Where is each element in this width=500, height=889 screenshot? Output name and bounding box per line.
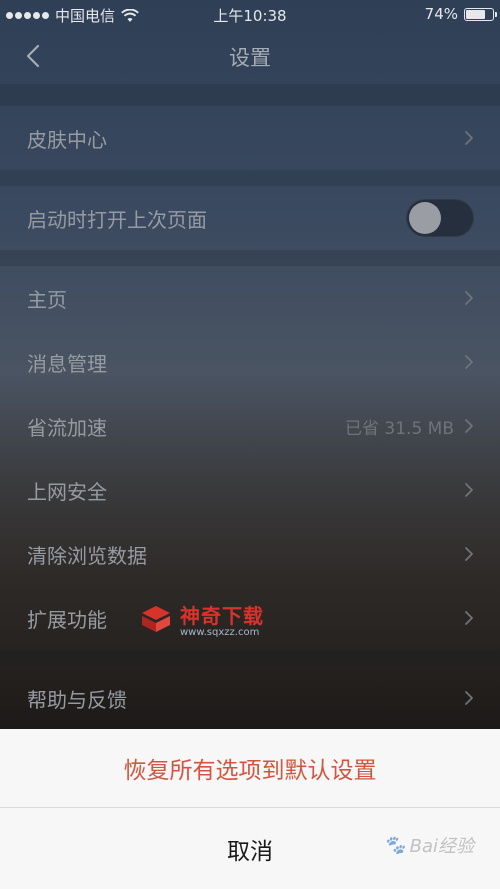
row-help-feedback[interactable]: 帮助与反馈 [0, 666, 500, 730]
group-separator [0, 650, 500, 666]
chevron-right-icon [465, 131, 473, 145]
row-skin-center[interactable]: 皮肤中心 [0, 106, 500, 170]
corner-watermark: 🐾 Bai经验 [383, 832, 474, 858]
data-saved-value: 已省 31.5 MB [345, 418, 454, 439]
row-label: 帮助与反馈 [27, 687, 127, 712]
row-label: 清除浏览数据 [27, 543, 147, 568]
chevron-right-icon [465, 291, 473, 305]
status-bar: 中国电信 上午10:38 74% [0, 0, 500, 28]
action-sheet: 恢复所有选项到默认设置 取消 [0, 729, 500, 889]
status-right: 74% [424, 5, 497, 23]
row-home[interactable]: 主页 [0, 266, 500, 330]
site-watermark: 神奇下载 www.sqxzz.com [140, 600, 264, 638]
battery-icon [464, 7, 497, 21]
chevron-right-icon [465, 483, 473, 497]
row-open-last-page: 启动时打开上次页面 [0, 186, 500, 250]
row-web-security[interactable]: 上网安全 [0, 458, 500, 522]
corner-watermark-text: Bai经验 [409, 836, 474, 857]
chevron-left-icon[interactable] [22, 43, 46, 69]
page-title: 设置 [229, 46, 271, 70]
toggle-knob [409, 202, 441, 234]
nav-bar: 设置 [0, 28, 500, 84]
open-last-page-toggle[interactable] [406, 199, 474, 237]
row-label: 皮肤中心 [27, 127, 107, 152]
battery-percent: 74% [424, 5, 458, 23]
row-label: 上网安全 [27, 479, 107, 504]
chevron-right-icon [465, 355, 473, 369]
chevron-right-icon [465, 611, 473, 625]
paw-icon: 🐾 [383, 834, 406, 856]
row-label: 消息管理 [27, 351, 107, 376]
box-logo-icon [142, 606, 170, 632]
row-label: 省流加速 [27, 415, 107, 440]
chevron-right-icon [465, 419, 473, 433]
row-data-saver[interactable]: 省流加速 已省 31.5 MB [0, 394, 500, 458]
chevron-right-icon [465, 691, 473, 705]
group-separator [0, 250, 500, 266]
watermark-url: www.sqxzz.com [180, 627, 260, 638]
row-clear-browsing-data[interactable]: 清除浏览数据 [0, 522, 500, 586]
row-label: 启动时打开上次页面 [27, 207, 207, 232]
row-message-management[interactable]: 消息管理 [0, 330, 500, 394]
watermark-main: 神奇下载 [180, 604, 264, 628]
watermark-text: 神奇下载 www.sqxzz.com [180, 600, 264, 638]
chevron-right-icon [465, 547, 473, 561]
group-separator [0, 84, 500, 106]
row-label: 主页 [27, 287, 67, 312]
group-separator [0, 170, 500, 186]
reset-all-button[interactable]: 恢复所有选项到默认设置 [0, 729, 500, 808]
